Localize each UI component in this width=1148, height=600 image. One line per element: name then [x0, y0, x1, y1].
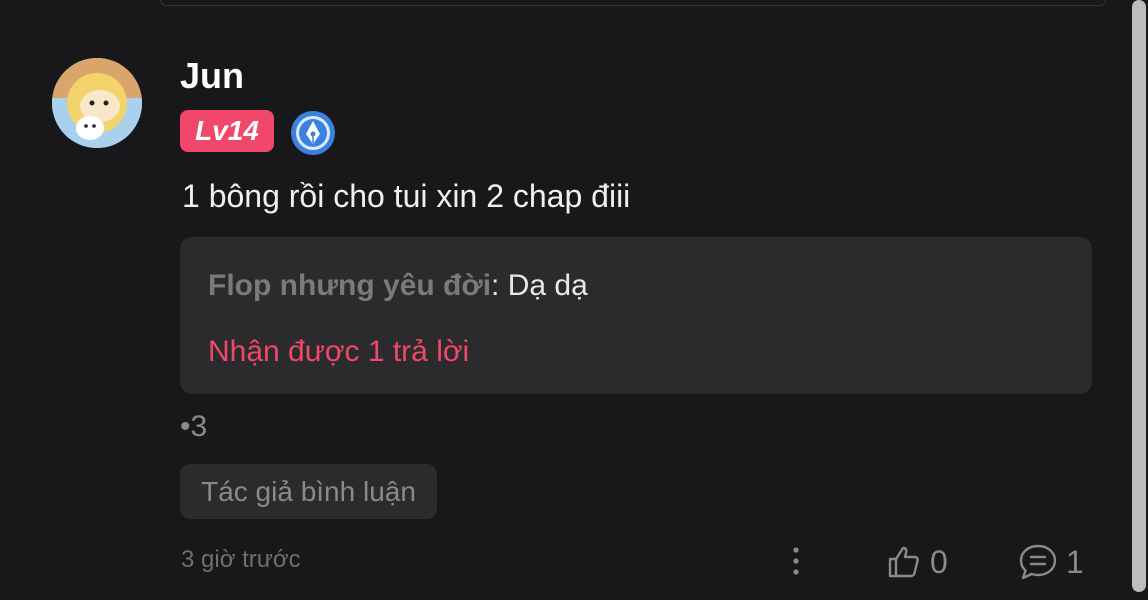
level-badge: Lv14 [180, 110, 274, 152]
like-count: 0 [930, 543, 948, 580]
avatar-image [52, 58, 142, 148]
scrollbar[interactable] [1132, 0, 1146, 592]
thumbs-up-icon [888, 546, 919, 578]
comment-text: 1 bông rồi cho tui xin 2 chap điii [182, 178, 631, 214]
reply-text: Dạ dạ [499, 269, 588, 302]
comment-author-tag: Tác giả bình luận [180, 464, 437, 519]
more-options-button[interactable] [780, 540, 812, 584]
comment-icon [1019, 544, 1057, 580]
timestamp: 3 giờ trước [181, 546, 301, 573]
avatar[interactable] [52, 58, 142, 148]
reply-preview[interactable]: Flop nhưng yêu đời: Dạ dạ Nhận được 1 tr… [180, 237, 1092, 394]
reply-author[interactable]: Flop nhưng yêu đời [208, 269, 491, 302]
reply-button[interactable]: 1 [1018, 538, 1084, 586]
top-divider [160, 0, 1106, 6]
more-options-icon [793, 547, 799, 575]
pen-badge-icon [290, 110, 336, 156]
like-button[interactable]: 0 [886, 538, 948, 586]
reply-line: Flop nhưng yêu đời: Dạ dạ [208, 269, 588, 303]
bullet-count: •3 [180, 410, 208, 443]
username[interactable]: Jun [180, 55, 244, 97]
view-replies-link[interactable]: Nhận được 1 trả lời [208, 335, 469, 369]
reply-count: 1 [1066, 543, 1084, 580]
